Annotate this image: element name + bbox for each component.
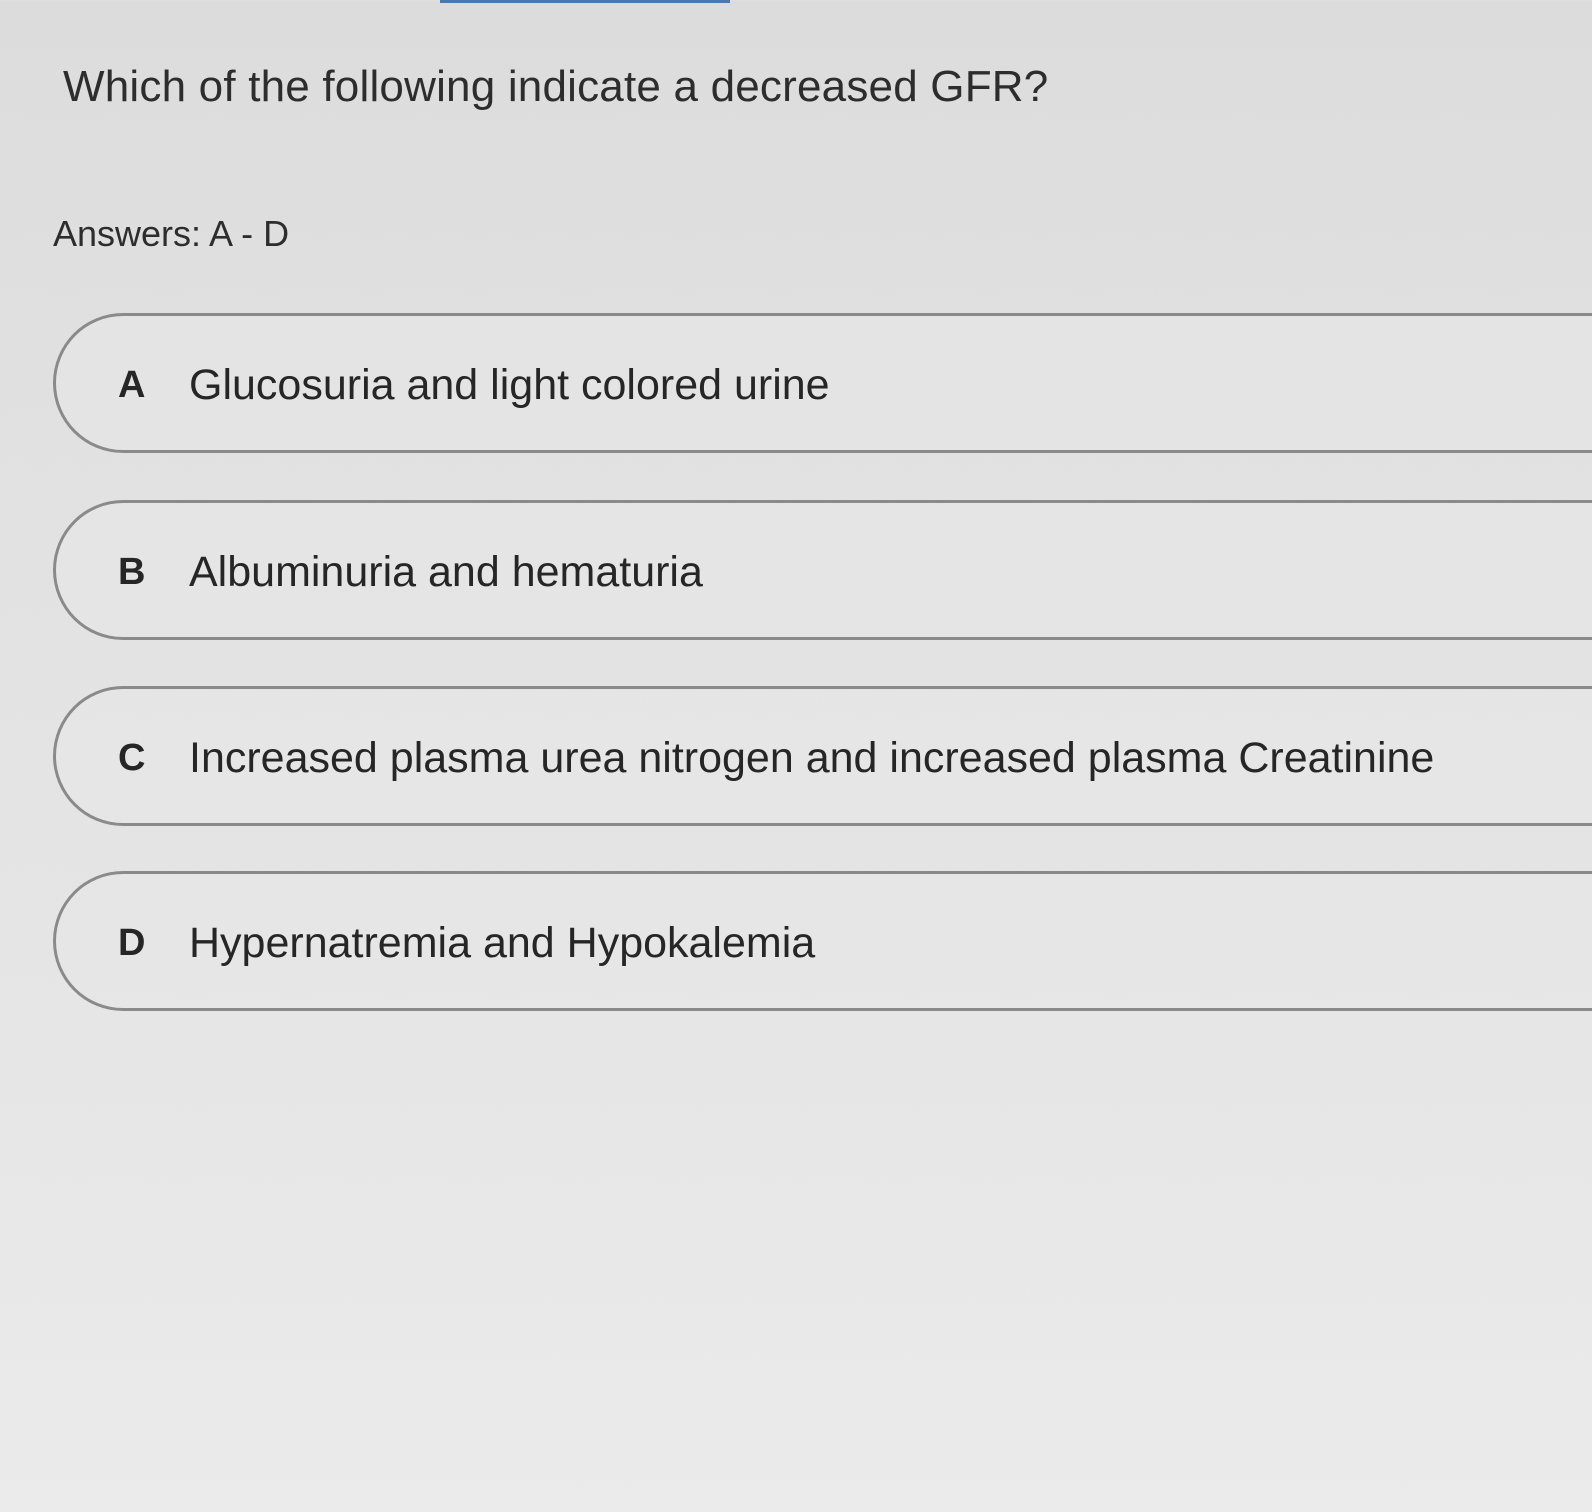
option-c[interactable]: C Increased plasma urea nitrogen and inc… [53, 686, 1592, 826]
option-letter: A [118, 364, 146, 406]
option-letter: B [118, 551, 146, 593]
answers-label: Answers: A - D [53, 213, 290, 254]
option-letter: C [118, 737, 146, 779]
top-accent-bar [440, 0, 730, 3]
option-text: Increased plasma urea nitrogen and incre… [189, 734, 1435, 782]
option-letter: D [118, 922, 146, 964]
option-b[interactable]: B Albuminuria and hematuria [53, 500, 1592, 640]
question-text: Which of the following indicate a decrea… [63, 62, 1049, 111]
option-d[interactable]: D Hypernatremia and Hypokalemia [53, 871, 1592, 1011]
option-text: Hypernatremia and Hypokalemia [189, 919, 816, 967]
option-text: Albuminuria and hematuria [189, 548, 703, 596]
option-a[interactable]: A Glucosuria and light colored urine [53, 313, 1592, 453]
option-text: Glucosuria and light colored urine [189, 361, 830, 409]
